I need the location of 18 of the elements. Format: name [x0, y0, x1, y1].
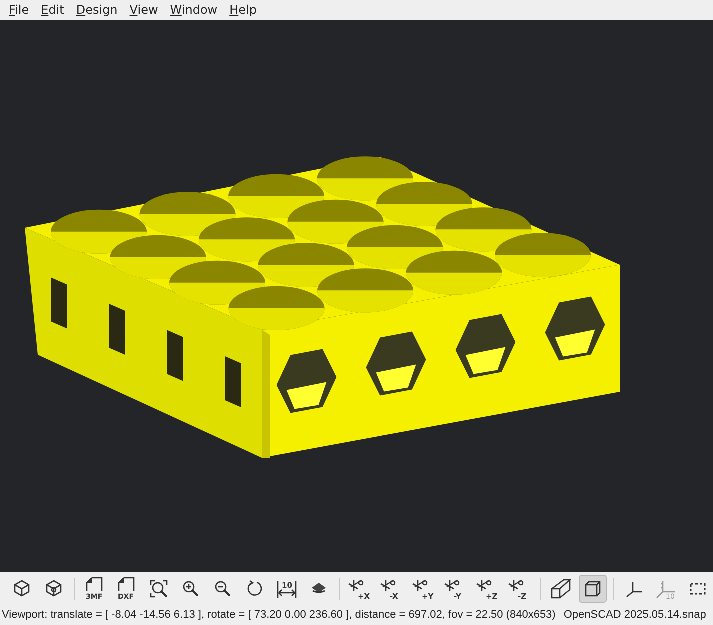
3d-viewport[interactable] [0, 20, 713, 572]
menu-item[interactable]: File [4, 3, 34, 17]
zoom-in-icon [181, 578, 201, 598]
menu-item[interactable]: Help [224, 3, 262, 17]
menu-item[interactable]: Edit [36, 3, 70, 17]
cube-icon [44, 578, 64, 598]
menu-item[interactable]: Window [165, 3, 223, 17]
orthogonal-icon [583, 578, 603, 598]
cube-icon [12, 578, 32, 598]
perspective-icon [550, 578, 572, 600]
menu-item[interactable]: View [124, 3, 164, 17]
menu-item[interactable]: Design [71, 3, 123, 17]
rotate-icon [245, 578, 265, 598]
zoom-fit-icon [149, 578, 169, 598]
zoom-out-icon [213, 578, 233, 598]
viewport-status: Viewport: translate = [ -8.04 -14.56 6.13 ], rotate = [ 73.20 0.00 236.60 ], distance = 697.02, fov = 22.50 (840x653) [2, 609, 556, 621]
version-label: OpenSCAD 2025.05.14.snap [564, 609, 706, 621]
toolbar-button[interactable] [579, 574, 607, 602]
